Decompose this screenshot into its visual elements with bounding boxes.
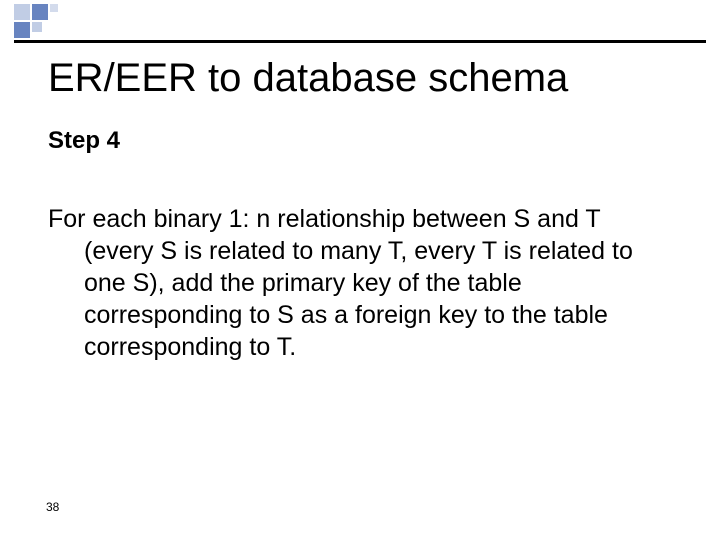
header-divider bbox=[14, 40, 706, 43]
corner-squares-decoration bbox=[14, 0, 114, 40]
page-number: 38 bbox=[46, 500, 59, 514]
step-heading: Step 4 bbox=[48, 127, 672, 155]
slide-body: For each binary 1: n relationship betwee… bbox=[48, 203, 672, 363]
slide-title: ER/EER to database schema bbox=[48, 56, 672, 101]
slide-content: ER/EER to database schema Step 4 For eac… bbox=[48, 56, 672, 363]
body-text: For each binary 1: n relationship betwee… bbox=[48, 203, 672, 363]
